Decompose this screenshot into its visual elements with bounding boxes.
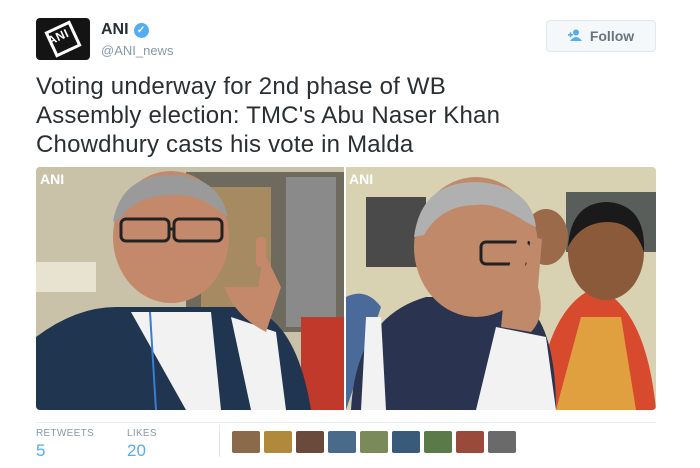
tweet-stats: RETWEETS 5 LIKES 20: [36, 422, 656, 462]
liker-avatar[interactable]: [456, 431, 484, 453]
tweet-text-line: Voting underway for 2nd phase of WB: [36, 73, 446, 100]
retweets-stat[interactable]: RETWEETS 5: [36, 428, 94, 461]
avatar[interactable]: ANI: [36, 18, 90, 60]
right-photo[interactable]: ANI: [346, 167, 656, 410]
likes-stat[interactable]: LIKES 20: [127, 428, 157, 461]
ani-watermark-left: ANI: [40, 171, 64, 187]
likes-label: LIKES: [127, 428, 157, 439]
retweets-label: RETWEETS: [36, 428, 94, 439]
liker-avatar[interactable]: [360, 431, 388, 453]
ani-watermark-right: ANI: [349, 171, 373, 187]
verified-badge-icon: ✓: [133, 22, 149, 38]
follow-button[interactable]: Follow: [546, 20, 656, 52]
tweet-media[interactable]: ANI ANI: [36, 167, 656, 410]
liker-avatar[interactable]: [424, 431, 452, 453]
author-name-row: ANI ✓: [101, 21, 149, 39]
tweet-text: Voting underway for 2nd phase of WB Asse…: [36, 72, 656, 159]
tweet-text-line: Chowdhury casts his vote in Malda: [36, 131, 414, 158]
liker-avatar[interactable]: [488, 431, 516, 453]
liker-avatar[interactable]: [392, 431, 420, 453]
add-user-icon: [567, 29, 584, 44]
liker-avatar[interactable]: [264, 431, 292, 453]
liker-avatar[interactable]: [232, 431, 260, 453]
likes-count: 20: [127, 441, 146, 460]
author-name[interactable]: ANI: [101, 21, 129, 39]
liker-avatar[interactable]: [328, 431, 356, 453]
tweet-text-line: Assembly election: TMC's Abu Naser Khan: [36, 102, 501, 129]
stats-divider: [219, 425, 220, 457]
liker-avatar[interactable]: [296, 431, 324, 453]
left-photo[interactable]: ANI: [36, 167, 344, 410]
author-handle[interactable]: @ANI_news: [101, 43, 173, 58]
likers-avatars: [232, 431, 516, 453]
retweets-count: 5: [36, 441, 46, 460]
tweet-photo-collage: ANI ANI: [36, 167, 656, 410]
follow-button-label: Follow: [589, 28, 635, 44]
